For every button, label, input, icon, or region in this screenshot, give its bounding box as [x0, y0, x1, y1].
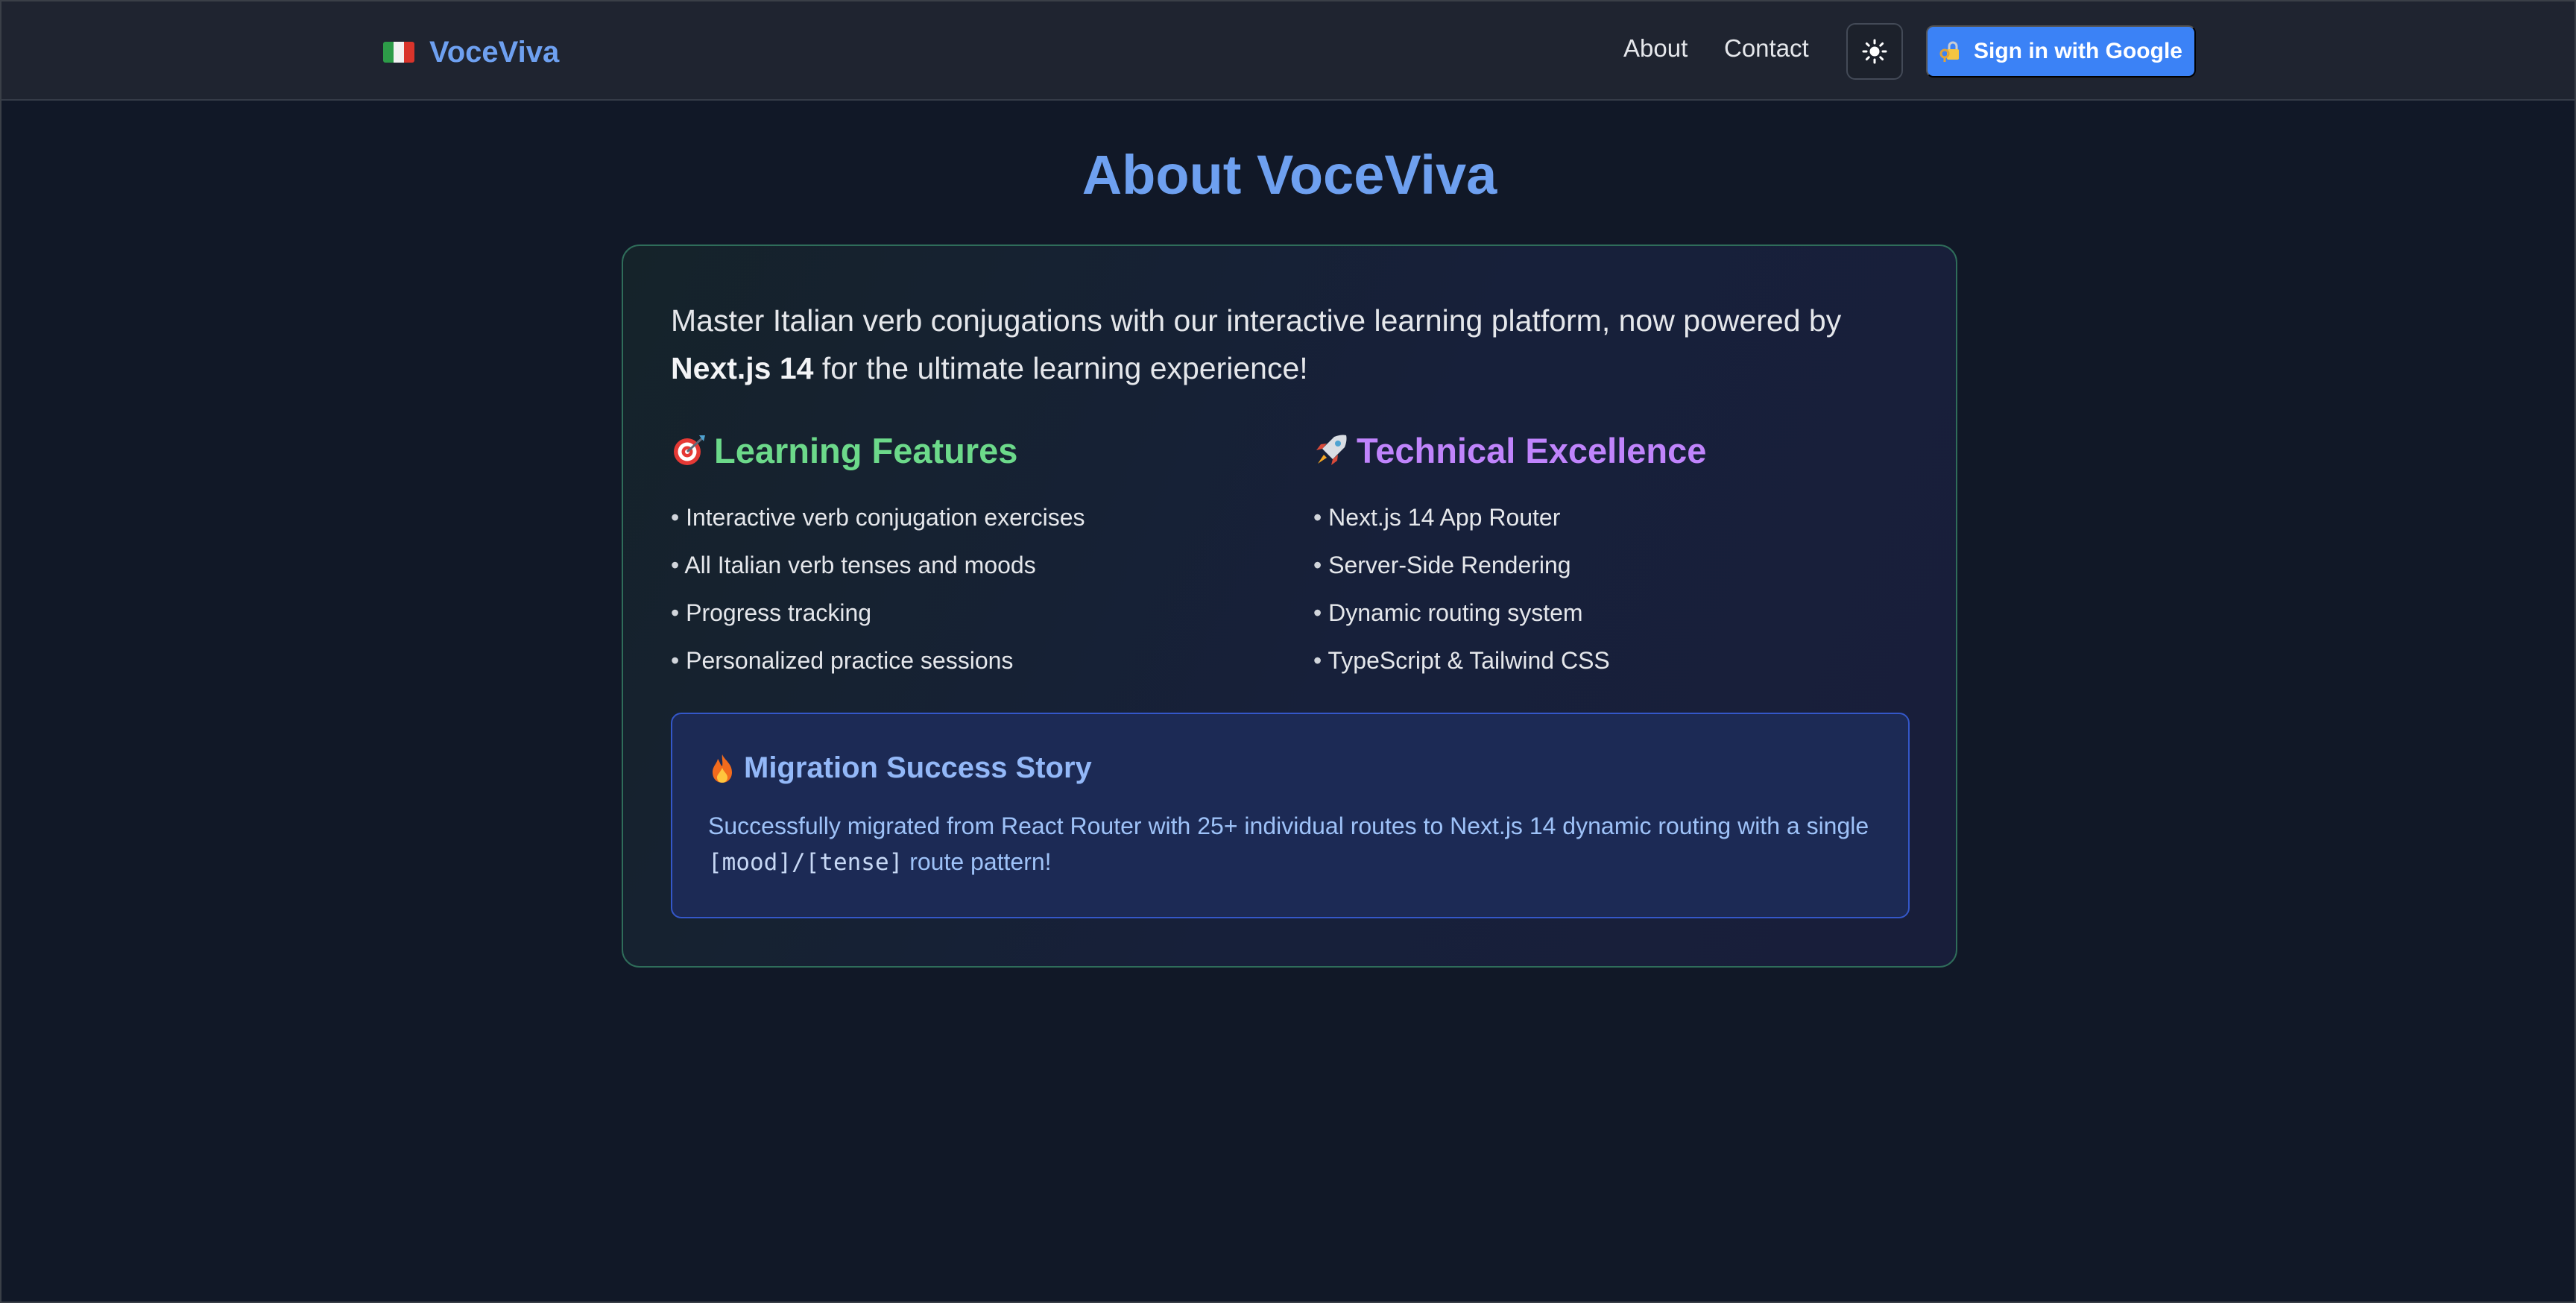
list-item: Progress tracking	[671, 589, 1267, 637]
technical-excellence-section: Technical Excellence Next.js 14 App Rout…	[1313, 428, 1910, 684]
italian-flag-icon	[383, 42, 414, 63]
technical-excellence-title: Technical Excellence	[1357, 430, 1707, 470]
learning-features-section: Learning Features Interactive verb conju…	[671, 428, 1267, 684]
technical-excellence-heading: Technical Excellence	[1313, 428, 1910, 473]
page-title: About VoceViva	[1082, 144, 1497, 206]
learning-features-heading: Learning Features	[671, 428, 1267, 473]
sun-icon	[1862, 39, 1887, 64]
brand-name: VoceViva	[429, 35, 560, 69]
route-pattern-code: [mood]/[tense]	[708, 849, 903, 876]
learning-features-title: Learning Features	[714, 430, 1018, 470]
list-item: Personalized practice sessions	[671, 637, 1267, 684]
key-lock-icon	[1939, 40, 1962, 63]
list-item: Interactive verb conjugation exercises	[671, 493, 1267, 541]
nav-link-contact[interactable]: Contact	[1724, 34, 1809, 63]
migration-success-box: Migration Success Story Successfully mig…	[671, 713, 1910, 918]
migration-title: Migration Success Story	[744, 751, 1092, 784]
intro-text: Master Italian verb conjugations with ou…	[671, 303, 1842, 338]
sign-in-google-button[interactable]: Sign in with Google	[1926, 25, 2196, 78]
browser-viewport: VoceViva About Contact Sign in with Goog…	[0, 0, 2576, 1303]
target-icon	[671, 432, 707, 468]
list-item: Next.js 14 App Router	[1313, 493, 1910, 541]
list-item: All Italian verb tenses and moods	[671, 541, 1267, 589]
migration-text-end: route pattern!	[903, 848, 1052, 875]
sign-in-label: Sign in with Google	[1974, 39, 2182, 63]
rocket-icon	[1313, 432, 1349, 468]
intro-text-end: for the ultimate learning experience!	[813, 351, 1308, 385]
list-item: Dynamic routing system	[1313, 589, 1910, 637]
migration-heading: Migration Success Story	[708, 751, 1092, 785]
navbar: VoceViva About Contact Sign in with Goog…	[1, 1, 2575, 101]
list-item: TypeScript & Tailwind CSS	[1313, 637, 1910, 684]
intro-paragraph: Master Italian verb conjugations with ou…	[671, 297, 1893, 392]
intro-highlight: Next.js 14	[671, 351, 814, 385]
theme-toggle-button[interactable]	[1846, 23, 1903, 80]
fire-icon	[708, 753, 736, 784]
brand-logo-link[interactable]: VoceViva	[383, 31, 559, 73]
migration-text: Successfully migrated from React Router …	[708, 813, 1869, 839]
list-item: Server-Side Rendering	[1313, 541, 1910, 589]
migration-description: Successfully migrated from React Router …	[708, 808, 1871, 880]
about-card: Master Italian verb conjugations with ou…	[622, 244, 1957, 968]
learning-features-list: Interactive verb conjugation exercises A…	[671, 493, 1267, 684]
nav-link-about[interactable]: About	[1623, 34, 1688, 63]
technical-excellence-list: Next.js 14 App Router Server-Side Render…	[1313, 493, 1910, 684]
